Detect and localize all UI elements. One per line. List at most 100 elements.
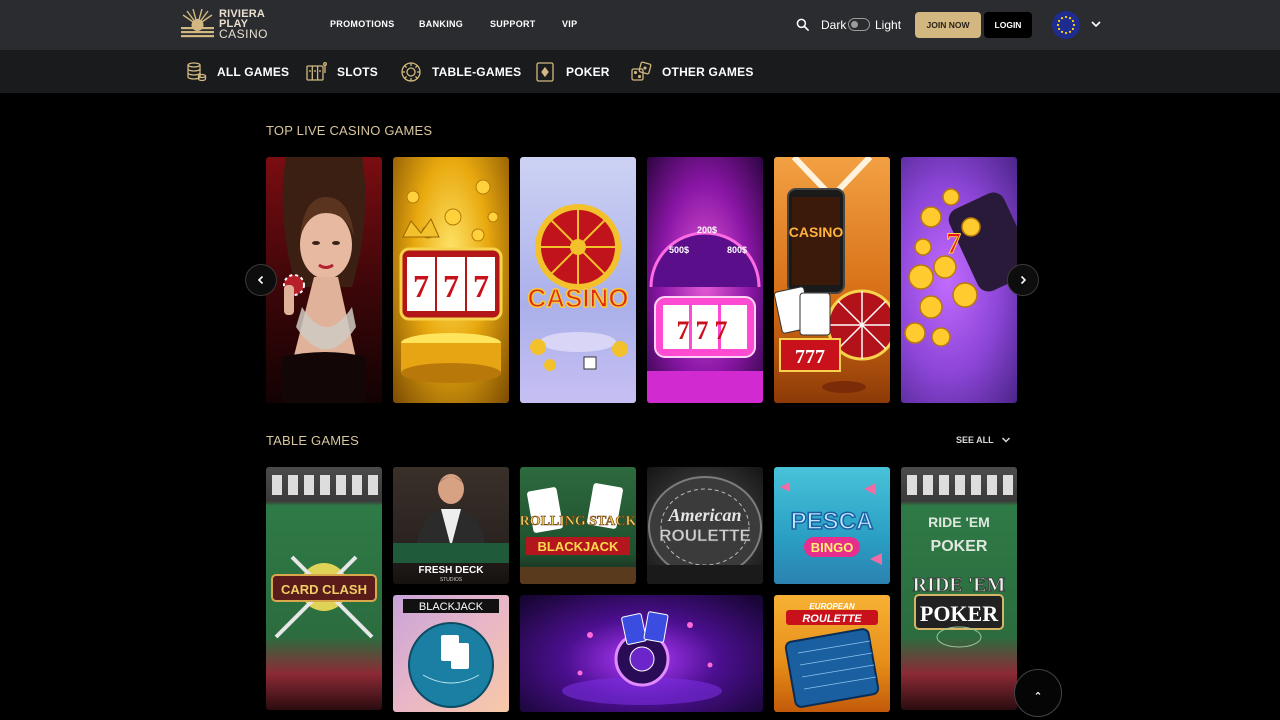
poker-text: POKER (920, 601, 999, 626)
casino-logo[interactable]: RIVIERA PLAY CASINO (181, 9, 271, 42)
category-other-games[interactable]: OTHER GAMES (630, 50, 754, 93)
rolling-stack-text: ROLLING STACK (520, 514, 636, 529)
game-card-live-dealer[interactable] (266, 157, 382, 403)
american-roulette-image: American ROULETTE (647, 476, 763, 584)
card-seven-text: 7 (946, 227, 961, 260)
fresh-deck-image: FRESH DECK STUDIOS (393, 474, 509, 583)
nav-promotions[interactable]: PROMOTIONS (330, 19, 395, 29)
game-card-pesca-bingo[interactable]: PESCA BINGO (774, 467, 890, 584)
game-card-european-roulette[interactable]: EUROPEAN ROULETTE (774, 595, 890, 712)
category-label: SLOTS (337, 64, 379, 79)
category-label: ALL GAMES (217, 64, 290, 79)
logo-line-3: CASINO (219, 27, 269, 41)
ride-em-text: RIDE 'EM (913, 574, 1006, 596)
svg-text:7: 7 (443, 268, 459, 304)
card-clash-image: CARD CLASH (271, 475, 378, 639)
category-table-games[interactable]: TABLE-GAMES (400, 50, 521, 93)
sunrise-logo-icon (181, 9, 214, 40)
ride-em-poker-image: RIDE 'EM POKER RIDE 'EM POKER (907, 475, 1013, 648)
rolling-stack-image: ROLLING STACK BLACKJACK (520, 483, 636, 584)
dice-icon (631, 61, 652, 81)
game-card-casino-wheel[interactable]: CASINO (520, 157, 636, 403)
section-title-live: TOP LIVE CASINO GAMES (266, 123, 433, 138)
see-all-label: SEE ALL (956, 435, 994, 445)
pesca-text: PESCA (791, 508, 874, 535)
european-roulette-text: ROULETTE (802, 613, 862, 625)
playing-card-icon (536, 61, 554, 82)
join-now-button[interactable]: JOIN NOW (915, 12, 981, 38)
american-text: American (667, 505, 741, 525)
slot-reels-icon (306, 61, 327, 81)
svg-text:RIDE 'EM: RIDE 'EM (928, 514, 990, 530)
golden-777-image: 7 7 7 (399, 179, 503, 383)
section-title-table: TABLE GAMES (266, 433, 359, 448)
category-all-games[interactable]: ALL GAMES (185, 50, 289, 93)
online-casino-image: CASINO 777 (774, 157, 890, 393)
theme-dark-label: Dark (821, 18, 847, 32)
see-all-link[interactable]: SEE ALL (956, 435, 1011, 445)
login-button[interactable]: LOGIN (984, 12, 1032, 38)
blackjack-image: BLACKJACK (403, 599, 499, 708)
carousel-prev-button[interactable] (245, 264, 277, 296)
nav-banking[interactable]: BANKING (419, 19, 463, 29)
card-clash-text: CARD CLASH (281, 582, 367, 597)
scroll-to-top-button[interactable] (1014, 669, 1062, 717)
roulette-text: ROULETTE (659, 526, 751, 545)
live-dealer-image (282, 157, 366, 403)
game-card-purple-roulette[interactable] (520, 595, 763, 712)
european-text: EUROPEAN (809, 602, 855, 611)
fresh-deck-sub: STUDIOS (440, 577, 463, 583)
search-icon[interactable] (796, 18, 809, 31)
casino-wheel-image: CASINO (527, 204, 629, 371)
game-card-rolling-stack[interactable]: ROLLING STACK BLACKJACK (520, 467, 636, 584)
nav-support[interactable]: SUPPORT (490, 19, 536, 29)
eu-flag-icon[interactable] (1052, 11, 1080, 39)
chevron-down-icon (1001, 437, 1010, 443)
nav-vip[interactable]: VIP (562, 19, 577, 29)
top-header: RIVIERA PLAY CASINO PROMOTIONS BANKING S… (0, 0, 1280, 50)
theme-toggle[interactable] (848, 18, 870, 31)
game-card-american-roulette[interactable]: American ROULETTE (647, 467, 763, 584)
card-777-text: 777 (677, 316, 734, 345)
game-card-ride-em-poker[interactable]: RIDE 'EM POKER RIDE 'EM POKER (901, 467, 1017, 710)
svg-text:500$: 500$ (669, 245, 689, 255)
card-casino-phone-text: CASINO (789, 224, 844, 240)
purple-roulette-image (562, 611, 722, 705)
svg-text:7: 7 (413, 268, 429, 304)
chevron-down-icon[interactable] (1090, 18, 1102, 30)
fresh-deck-text: FRESH DECK (418, 565, 484, 576)
category-slots[interactable]: SLOTS (305, 50, 378, 93)
category-label: OTHER GAMES (662, 64, 754, 79)
card-casino-text: CASINO (527, 283, 628, 313)
chevron-up-icon (1035, 691, 1041, 695)
category-poker[interactable]: POKER (534, 50, 610, 93)
roulette-wheel-icon (401, 61, 421, 82)
flying-coins-image: 7 (904, 188, 1017, 347)
svg-text:200$: 200$ (697, 225, 717, 235)
game-card-fresh-deck[interactable]: FRESH DECK STUDIOS (393, 467, 509, 584)
game-card-blackjack[interactable]: BLACKJACK (393, 595, 509, 712)
category-label: TABLE-GAMES (432, 64, 522, 79)
svg-text:POKER: POKER (931, 538, 988, 555)
svg-text:800$: 800$ (727, 245, 747, 255)
blackjack-text: BLACKJACK (419, 601, 484, 613)
chevron-right-icon (1020, 275, 1027, 285)
chevron-left-icon (257, 275, 264, 285)
carousel-next-button[interactable] (1007, 264, 1039, 296)
rolling-stack-text2: BLACKJACK (538, 539, 620, 554)
game-card-card-clash[interactable]: CARD CLASH (266, 467, 382, 710)
game-card-purple-777[interactable]: 500$ 200$ 800$ 777 (647, 157, 763, 403)
european-roulette-image: EUROPEAN ROULETTE (784, 602, 880, 708)
bingo-text: BINGO (811, 540, 854, 555)
game-card-flying-coins[interactable]: 7 (901, 157, 1017, 403)
category-bar: ALL GAMES SLOTS TABLE-GAMES POKER OTHER … (0, 50, 1280, 93)
purple-777-image: 500$ 200$ 800$ 777 (647, 225, 763, 403)
svg-text:777: 777 (795, 346, 825, 368)
svg-text:7: 7 (473, 268, 489, 304)
game-card-golden-777[interactable]: 7 7 7 (393, 157, 509, 403)
game-card-online-casino[interactable]: CASINO 777 (774, 157, 890, 403)
category-label: POKER (566, 64, 610, 79)
theme-light-label: Light (875, 18, 902, 32)
pesca-bingo-image: PESCA BINGO (780, 482, 882, 565)
coin-stack-icon (187, 61, 207, 81)
